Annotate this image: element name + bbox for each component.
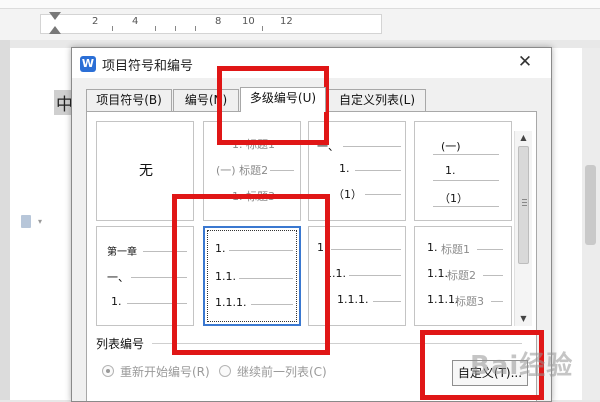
close-button[interactable]: ✕ — [502, 50, 548, 75]
level-2-label: 1. — [445, 164, 456, 177]
gallery-scrollbar-thumb[interactable] — [518, 146, 529, 264]
line — [343, 146, 401, 147]
hanging-indent-marker[interactable] — [49, 26, 61, 34]
ruler-number: 4 — [132, 16, 139, 27]
ruler-number: 10 — [242, 16, 255, 27]
line — [483, 275, 503, 276]
scroll-up-arrow-icon[interactable]: ▲ — [515, 131, 532, 145]
restart-numbering-radio[interactable] — [102, 365, 114, 377]
level-3-label: （1） — [333, 188, 362, 201]
line — [433, 154, 499, 155]
gallery-scrollbar[interactable]: ▲ ▼ — [514, 131, 532, 326]
chevron-down-icon[interactable]: ▾ — [38, 217, 42, 226]
highlight-box-style — [172, 194, 330, 355]
level-1-label: (一) — [441, 140, 461, 153]
document-scrollbar-thumb[interactable] — [585, 165, 596, 245]
ruler-tick — [262, 26, 263, 31]
left-margin-area — [0, 40, 10, 400]
grip-line — [522, 205, 527, 206]
tab-multilevel-numbering[interactable]: 多级编号(U) — [240, 87, 326, 112]
restart-numbering-label[interactable]: 重新开始编号(R) — [120, 363, 210, 380]
line — [349, 275, 401, 276]
continue-previous-list-radio[interactable] — [219, 365, 231, 377]
level-2-label: 一、 — [107, 271, 129, 284]
toolbar-band — [0, 0, 600, 9]
grip-line — [522, 199, 527, 200]
ruler-number: 8 — [215, 16, 222, 27]
continue-previous-list-label[interactable]: 继续前一列表(C) — [237, 363, 327, 380]
first-line-indent-marker[interactable] — [49, 12, 61, 20]
dialog-title: 项目符号和编号 — [102, 59, 194, 74]
line — [270, 170, 294, 171]
paragraph-layout-icon[interactable] — [21, 215, 31, 228]
ruler-tick — [195, 26, 196, 31]
line — [433, 206, 499, 207]
ruler-number: 2 — [92, 16, 99, 27]
level-2-label: 标题2 — [447, 269, 476, 282]
level-1-label: 第一章 — [107, 247, 137, 258]
list-numbering-group-label: 列表编号 — [96, 337, 145, 351]
ruler-number: 12 — [280, 16, 293, 27]
level-3-label: 1. — [111, 295, 122, 308]
line — [477, 249, 503, 250]
level-2-number: 1.1. — [427, 267, 448, 280]
line — [491, 301, 503, 302]
line — [355, 170, 401, 171]
level-1-number: 1. — [427, 241, 438, 254]
list-style-decimal-heading[interactable]: 1. 标题1 1.1. 标题2 1.1.1. 标题3 — [414, 226, 512, 326]
wps-writer-icon: W — [80, 56, 96, 72]
level-3-label: （1） — [439, 192, 468, 205]
level-3-label: 标题3 — [455, 295, 484, 308]
level-3-number: 1.1.1. — [427, 293, 459, 306]
horizontal-ruler[interactable]: 2 4 8 10 12 — [0, 0, 600, 40]
line — [365, 194, 401, 195]
ruler-tick — [175, 26, 176, 31]
tab-bullets[interactable]: 项目符号(B) — [86, 89, 172, 111]
line — [331, 249, 401, 250]
watermark: Bai经验 — [470, 351, 574, 381]
none-label: 无 — [139, 163, 153, 179]
grip-line — [522, 202, 527, 203]
level-1-label: 标题1 — [441, 243, 470, 256]
scroll-down-arrow-icon[interactable]: ▼ — [515, 312, 532, 326]
level-2-label: (一) 标题2 — [216, 164, 269, 177]
ruler-tick — [155, 26, 156, 31]
ruler-tick — [112, 26, 113, 31]
line — [373, 301, 401, 302]
line — [433, 180, 499, 181]
level-3-label: 1.1.1. — [337, 293, 369, 306]
level-2-label: 1. — [339, 162, 350, 175]
list-style-parenthesized-chinese[interactable]: (一) 1. （1） — [414, 121, 512, 221]
tab-custom-list[interactable]: 自定义列表(L) — [328, 89, 426, 111]
